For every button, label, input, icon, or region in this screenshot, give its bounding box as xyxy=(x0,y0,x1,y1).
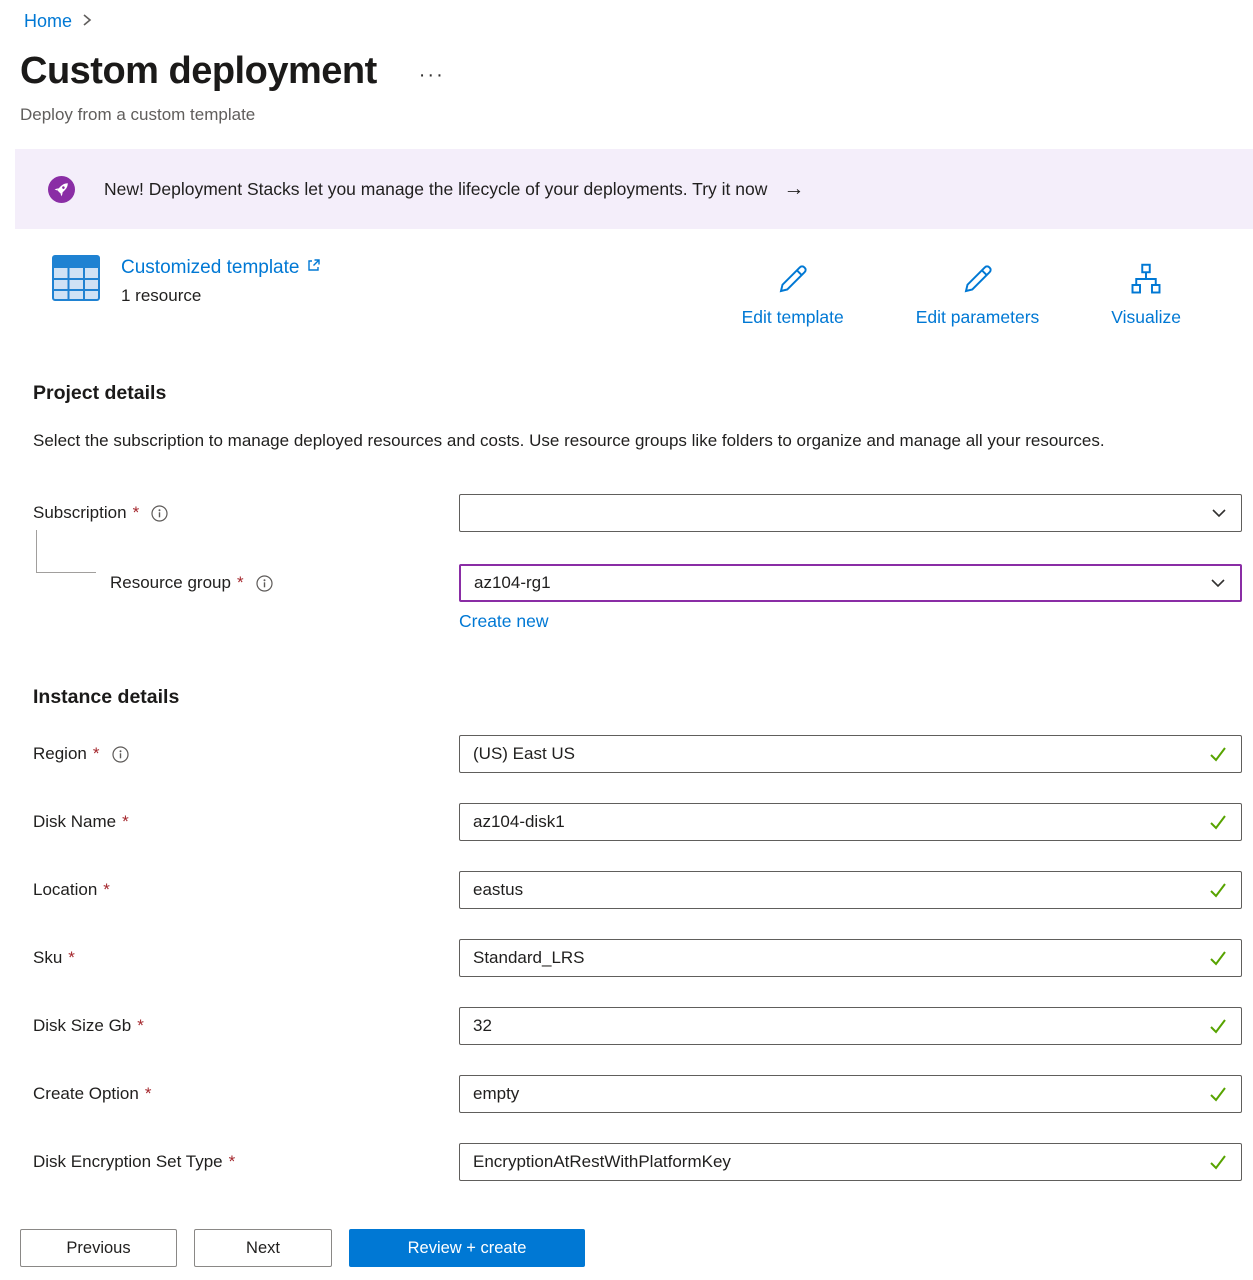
arrow-right-icon[interactable]: → xyxy=(783,177,804,201)
template-summary: Customized template 1 resource Edit temp… xyxy=(52,255,1253,328)
region-row: Region * (US) East US xyxy=(0,735,1242,773)
sku-input[interactable]: Standard_LRS xyxy=(459,939,1242,977)
disk-name-row: Disk Name * az104-disk1 xyxy=(0,803,1242,841)
deployment-stacks-banner[interactable]: New! Deployment Stacks let you manage th… xyxy=(15,149,1253,229)
required-asterisk: * xyxy=(122,812,129,832)
disk-size-row: Disk Size Gb * 32 xyxy=(0,1007,1242,1045)
region-label: Region xyxy=(33,744,87,764)
header: Custom deployment ··· xyxy=(20,50,1253,93)
edit-template-button[interactable]: Edit template xyxy=(742,261,844,328)
location-input[interactable]: eastus xyxy=(459,871,1242,909)
region-input[interactable]: (US) East US xyxy=(459,735,1242,773)
create-option-row: Create Option * empty xyxy=(0,1075,1242,1113)
project-details-description: Select the subscription to manage deploy… xyxy=(33,425,1183,456)
resource-count: 1 resource xyxy=(121,286,321,306)
chevron-down-icon xyxy=(1210,504,1228,522)
create-option-label: Create Option xyxy=(33,1084,139,1104)
subscription-row: Subscription * xyxy=(0,494,1242,532)
required-asterisk: * xyxy=(68,948,75,968)
checkmark-icon xyxy=(1208,744,1228,764)
required-asterisk: * xyxy=(133,503,140,523)
required-asterisk: * xyxy=(229,1152,236,1172)
info-icon[interactable] xyxy=(256,575,273,592)
info-icon[interactable] xyxy=(112,746,129,763)
customized-template-link[interactable]: Customized template xyxy=(121,257,321,279)
disk-size-label: Disk Size Gb xyxy=(33,1016,131,1036)
required-asterisk: * xyxy=(237,573,244,593)
resource-group-dropdown[interactable]: az104-rg1 xyxy=(459,564,1242,602)
subscription-resource-connector-line xyxy=(36,530,96,573)
more-options-icon[interactable]: ··· xyxy=(419,56,445,87)
checkmark-icon xyxy=(1208,1084,1228,1104)
disk-encryption-row: Disk Encryption Set Type * EncryptionAtR… xyxy=(0,1143,1242,1181)
pencil-icon xyxy=(775,261,811,302)
location-label: Location xyxy=(33,880,97,900)
required-asterisk: * xyxy=(145,1084,152,1104)
location-row: Location * eastus xyxy=(0,871,1242,909)
checkmark-icon xyxy=(1208,812,1228,832)
next-button[interactable]: Next xyxy=(194,1229,332,1267)
disk-size-input[interactable]: 32 xyxy=(459,1007,1242,1045)
checkmark-icon xyxy=(1208,880,1228,900)
chevron-down-icon xyxy=(1209,574,1227,592)
checkmark-icon xyxy=(1208,1152,1228,1172)
breadcrumb: Home xyxy=(0,0,1253,32)
disk-name-label: Disk Name xyxy=(33,812,116,832)
previous-button[interactable]: Previous xyxy=(20,1229,177,1267)
footer-action-bar: Previous Next Review + create xyxy=(0,1216,1253,1280)
disk-encryption-label: Disk Encryption Set Type xyxy=(33,1152,223,1172)
required-asterisk: * xyxy=(93,744,100,764)
project-details-form: Subscription * Resource group * az104-rg… xyxy=(0,494,1253,632)
create-option-input[interactable]: empty xyxy=(459,1075,1242,1113)
visualize-icon xyxy=(1128,261,1164,302)
disk-encryption-input[interactable]: EncryptionAtRestWithPlatformKey xyxy=(459,1143,1242,1181)
external-link-icon xyxy=(306,257,321,279)
sku-row: Sku * Standard_LRS xyxy=(0,939,1242,977)
required-asterisk: * xyxy=(103,880,110,900)
page-title: Custom deployment xyxy=(20,50,377,93)
subscription-dropdown[interactable] xyxy=(459,494,1242,532)
rocket-icon xyxy=(48,176,75,203)
edit-parameters-button[interactable]: Edit parameters xyxy=(916,261,1040,328)
page-subtitle: Deploy from a custom template xyxy=(20,105,1253,125)
resource-group-value: az104-rg1 xyxy=(474,573,551,593)
banner-message[interactable]: New! Deployment Stacks let you manage th… xyxy=(104,179,767,200)
visualize-button[interactable]: Visualize xyxy=(1111,261,1181,328)
breadcrumb-home-link[interactable]: Home xyxy=(24,11,72,32)
project-details-heading: Project details xyxy=(33,382,1253,405)
disk-name-input[interactable]: az104-disk1 xyxy=(459,803,1242,841)
review-create-button[interactable]: Review + create xyxy=(349,1229,585,1267)
resource-group-label: Resource group xyxy=(110,573,231,593)
info-icon[interactable] xyxy=(151,505,168,522)
chevron-right-icon xyxy=(81,11,93,32)
instance-details-form: Region * (US) East US Disk Name * az104-… xyxy=(0,735,1253,1181)
pencil-icon xyxy=(960,261,996,302)
checkmark-icon xyxy=(1208,1016,1228,1036)
required-asterisk: * xyxy=(137,1016,144,1036)
instance-details-heading: Instance details xyxy=(33,686,1253,709)
checkmark-icon xyxy=(1208,948,1228,968)
create-new-link[interactable]: Create new xyxy=(459,611,549,632)
resource-group-row: Resource group * az104-rg1 xyxy=(0,564,1242,602)
sku-label: Sku xyxy=(33,948,62,968)
subscription-label: Subscription xyxy=(33,503,127,523)
template-icon xyxy=(52,255,100,306)
